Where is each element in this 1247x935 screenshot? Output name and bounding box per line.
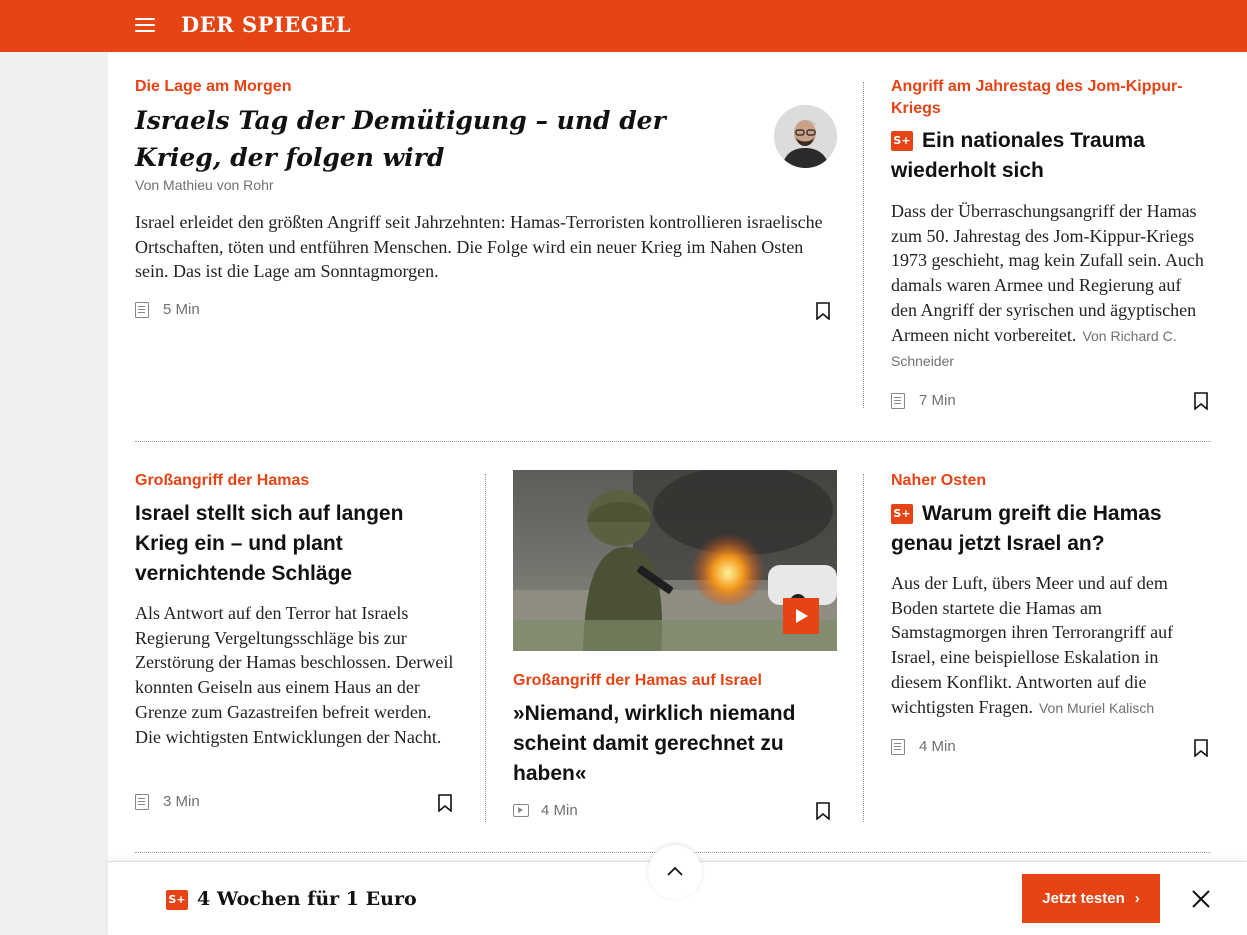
article-teaser: Aus der Luft, übers Meer und auf dem Bod… — [891, 571, 1211, 720]
document-icon — [135, 301, 149, 318]
column-divider — [863, 82, 864, 408]
spiegel-plus-badge: S+ — [891, 504, 913, 524]
chevron-up-icon — [667, 866, 683, 876]
article-niemand[interactable]: Großangriff der Hamas auf Israel »Nieman… — [513, 670, 837, 789]
article-headline[interactable]: »Niemand, wirklich niemand scheint damit… — [513, 699, 837, 789]
bookmark-icon[interactable] — [1194, 392, 1208, 410]
scroll-to-top-button[interactable] — [648, 845, 702, 899]
bookmark-icon[interactable] — [438, 794, 452, 812]
article-byline: Von Muriel Kalisch — [1038, 699, 1155, 716]
article-teaser: Als Antwort auf den Terror hat Israels R… — [135, 603, 454, 747]
video-icon — [513, 804, 529, 817]
column-divider — [485, 474, 486, 822]
hamburger-menu-icon[interactable] — [135, 17, 155, 33]
article-teaser-text: Dass der Überraschungsangriff der Hamas … — [891, 201, 1204, 345]
article-meta: 7 Min — [891, 392, 956, 409]
article-lage-am-morgen[interactable]: Die Lage am Morgen Israels Tag der Demüt… — [135, 76, 745, 194]
jetzt-testen-button[interactable]: Jetzt testen › — [1022, 874, 1160, 923]
document-icon — [891, 392, 905, 409]
promo-text: S+ 4 Wochen für 1 Euro — [166, 886, 417, 912]
read-time: 4 Min — [919, 738, 956, 755]
article-headline[interactable]: Israels Tag der Demütigung – und der Kri… — [135, 102, 745, 176]
article-kicker: Die Lage am Morgen — [135, 78, 292, 95]
article-headline-text: Ein nationales Trauma wiederholt sich — [891, 129, 1145, 182]
read-time: 3 Min — [163, 793, 200, 810]
column-divider — [863, 474, 864, 822]
cta-label: Jetzt testen — [1042, 890, 1125, 907]
article-meta: 4 Min — [891, 738, 956, 755]
document-icon — [891, 738, 905, 755]
spiegel-plus-badge: S+ — [166, 890, 188, 910]
bookmark-icon[interactable] — [816, 302, 830, 320]
play-video-button[interactable] — [783, 598, 819, 634]
bookmark-icon[interactable] — [816, 802, 830, 820]
article-byline: Von Mathieu von Rohr — [135, 177, 274, 193]
article-kicker: Großangriff der Hamas — [135, 472, 310, 489]
author-avatar — [774, 105, 837, 168]
article-teaser: Israel erleidet den größten Angriff seit… — [135, 212, 823, 282]
promo-text-label: 4 Wochen für 1 Euro — [197, 888, 417, 910]
spiegel-plus-badge: S+ — [891, 131, 913, 151]
article-langer-krieg[interactable]: Großangriff der Hamas Israel stellt sich… — [135, 470, 460, 749]
article-teaser: Dass der Überraschungsangriff der Hamas … — [891, 199, 1211, 374]
article-meta: 3 Min — [135, 793, 200, 810]
article-kicker: Naher Osten — [891, 472, 987, 489]
spiegel-logo[interactable]: DER SPIEGEL — [181, 12, 351, 37]
article-kicker: Großangriff der Hamas auf Israel — [513, 672, 762, 689]
document-icon — [135, 793, 149, 810]
bookmark-icon[interactable] — [1194, 739, 1208, 757]
row-divider — [135, 441, 1211, 442]
read-time: 7 Min — [919, 392, 956, 409]
article-headline-text: Warum greift die Hamas genau jetzt Israe… — [891, 502, 1162, 555]
article-warum-hamas[interactable]: Naher Osten S+ Warum greift die Hamas gen… — [891, 470, 1211, 720]
article-kicker: Angriff am Jahrestag des Jom-Kippur-Krie… — [891, 78, 1183, 117]
read-time: 4 Min — [541, 802, 578, 819]
chevron-right-icon: › — [1134, 890, 1140, 907]
close-icon[interactable] — [1190, 888, 1212, 910]
article-headline[interactable]: S+ Warum greift die Hamas genau jetzt Isr… — [891, 499, 1211, 559]
article-meta: 5 Min — [135, 301, 200, 318]
top-bar: DER SPIEGEL — [0, 0, 1247, 52]
article-meta: 4 Min — [513, 802, 578, 819]
read-time: 5 Min — [163, 301, 200, 318]
article-headline[interactable]: Israel stellt sich auf langen Krieg ein … — [135, 499, 460, 589]
article-nationales-trauma[interactable]: Angriff am Jahrestag des Jom-Kippur-Krie… — [891, 76, 1211, 374]
article-headline[interactable]: S+ Ein nationales Trauma wiederholt sich — [891, 126, 1211, 186]
article-teaser-text: Aus der Luft, übers Meer und auf dem Bod… — [891, 573, 1174, 717]
